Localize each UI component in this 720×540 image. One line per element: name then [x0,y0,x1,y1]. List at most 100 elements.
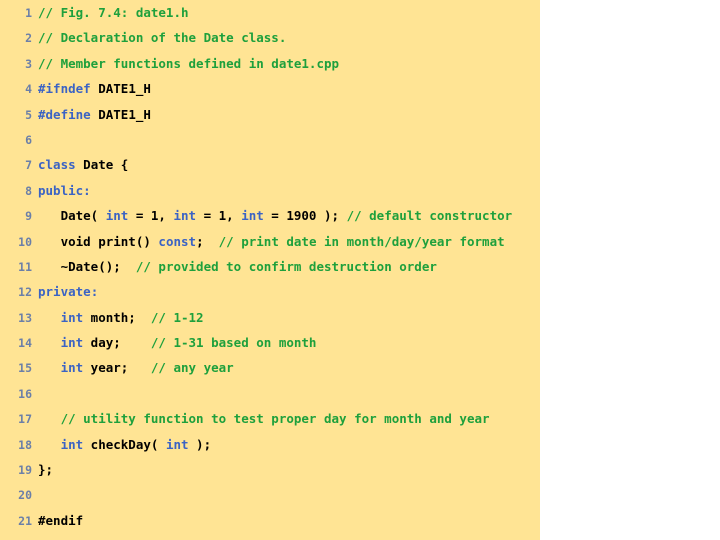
code-token-comment: // default constructor [346,208,513,224]
code-line: 15 int year; // any year [0,355,540,380]
code-token-comment: // 1-12 [150,309,204,325]
code-token-comment: // print date in month/day/year format [218,233,505,249]
code-token-plain: Date { [75,157,129,173]
code-token-comment: // Member functions defined in date1.cpp [38,55,340,71]
code-token-keyword: const [158,233,197,249]
code-token-comment: // any year [150,360,234,376]
code-token-keyword: int [241,208,264,224]
code-line: 18 int checkDay( int ); [0,432,540,457]
line-number: 16 [18,386,32,401]
code-token-plain: void print() [38,233,159,249]
code-line-text: ~Date(); // provided to confirm destruct… [38,254,437,279]
code-line-text: }; [38,457,53,482]
code-token-plain: = 1, [128,208,174,224]
code-token-keyword: private [38,284,91,300]
line-number: 4 [25,82,32,97]
code-line: 21 #endif [0,508,540,533]
code-token-keyword: : [83,182,91,198]
code-line-text: // Declaration of the Date class. [38,25,286,50]
code-line-text: void print() const; // print date in mon… [38,229,505,254]
code-line: 8 public: [0,178,540,203]
line-number: 10 [18,234,32,249]
line-number: 21 [18,513,32,528]
code-token-plain: ); [188,436,212,452]
line-number: 13 [18,310,32,325]
code-token-keyword: public [38,182,84,198]
code-token-plain: = 1, [196,208,242,224]
line-number: 6 [25,132,32,147]
line-number: 9 [25,209,32,224]
code-token-keyword: int [60,360,84,376]
code-token-keyword: int [60,436,84,452]
line-number: 7 [25,158,32,173]
line-number: 14 [18,336,32,351]
code-line: 3 // Member functions defined in date1.cp… [0,51,540,76]
code-token-plain: year; [83,360,151,376]
code-line-text: private: [38,279,98,304]
code-token-comment: // Fig. 7.4: date1.h [38,5,189,20]
code-token-plain: = 1900 ); [263,208,347,224]
code-line: 19}; [0,457,540,482]
line-number: 19 [18,463,32,478]
code-token-keyword: #ifndef [38,81,91,97]
code-line-text: // Member functions defined in date1.cpp [38,51,339,76]
code-token-plain: }; [38,462,54,478]
code-line-text: #ifndef DATE1_H [38,76,151,101]
code-line-text: int month; // 1-12 [38,305,204,330]
line-number: 15 [18,361,32,376]
line-number: 5 [25,107,32,122]
code-line: 4 #ifndef DATE1_H [0,76,540,101]
code-token-comment: // utility function to test proper day f… [60,411,490,427]
code-token-keyword: class [38,157,76,173]
code-line-text: Date( int = 1, int = 1, int = 1900 ); //… [38,203,513,228]
code-line: 14 int day; // 1-31 based on month [0,330,540,355]
code-line: 9 Date( int = 1, int = 1, int = 1900 ); … [0,203,540,228]
line-number: 2 [25,31,32,46]
code-token-plain: month; [83,309,151,325]
line-number: 20 [18,488,32,503]
code-line: 13 int month; // 1-12 [0,305,540,330]
code-line: 12 private: [0,279,540,304]
code-line: 7 class Date { [0,152,540,177]
code-token-keyword: #define [38,106,91,122]
line-number: 1 [25,6,32,20]
code-line-text: class Date { [38,152,128,177]
code-line-text: // utility function to test proper day f… [38,406,490,431]
code-line: 17 // utility function to test proper da… [0,406,540,431]
line-number: 12 [18,285,32,300]
code-token-plain: #endif [38,512,84,528]
code-lines-container: 1 // Fig. 7.4: date1.h 2 // Declaration of … [0,0,540,533]
code-token-plain: day; [83,335,151,351]
code-token-plain: ; [196,233,219,249]
line-number: 3 [25,56,32,71]
code-listing-panel: 1 // Fig. 7.4: date1.h 2 // Declaration of … [0,0,540,540]
code-line: 20 [0,482,540,507]
code-line: 5 #define DATE1_H [0,102,540,127]
code-line-text: #endif [38,508,83,533]
code-line-text: // Fig. 7.4: date1.h [38,0,189,25]
code-line-text [38,127,46,152]
code-line-text: int year; // any year [38,355,234,380]
code-line: 2 // Declaration of the Date class. [0,25,540,50]
code-line: 16 [0,381,540,406]
code-token-plain: DATE1_H [98,106,151,122]
code-token-plain: Date( [38,208,106,224]
code-token-keyword: : [90,284,99,300]
line-number: 18 [18,437,32,452]
line-number: 11 [18,259,32,274]
code-line: 10 void print() const; // print date in … [0,229,540,254]
code-token-blank [38,386,46,401]
code-line: 1 // Fig. 7.4: date1.h [0,0,540,25]
code-token-comment: // Declaration of the Date class. [38,30,287,46]
code-line-text [38,482,46,507]
code-line-text: int checkDay( int ); [38,432,212,457]
code-token-keyword: int [60,309,84,325]
code-token-comment: // 1-31 based on month [150,335,317,351]
code-token-keyword: int [165,436,189,452]
code-token-blank [38,132,46,147]
code-line: 11 ~Date(); // provided to confirm destr… [0,254,540,279]
code-token-keyword: int [60,335,84,351]
code-token-keyword: int [105,208,129,224]
